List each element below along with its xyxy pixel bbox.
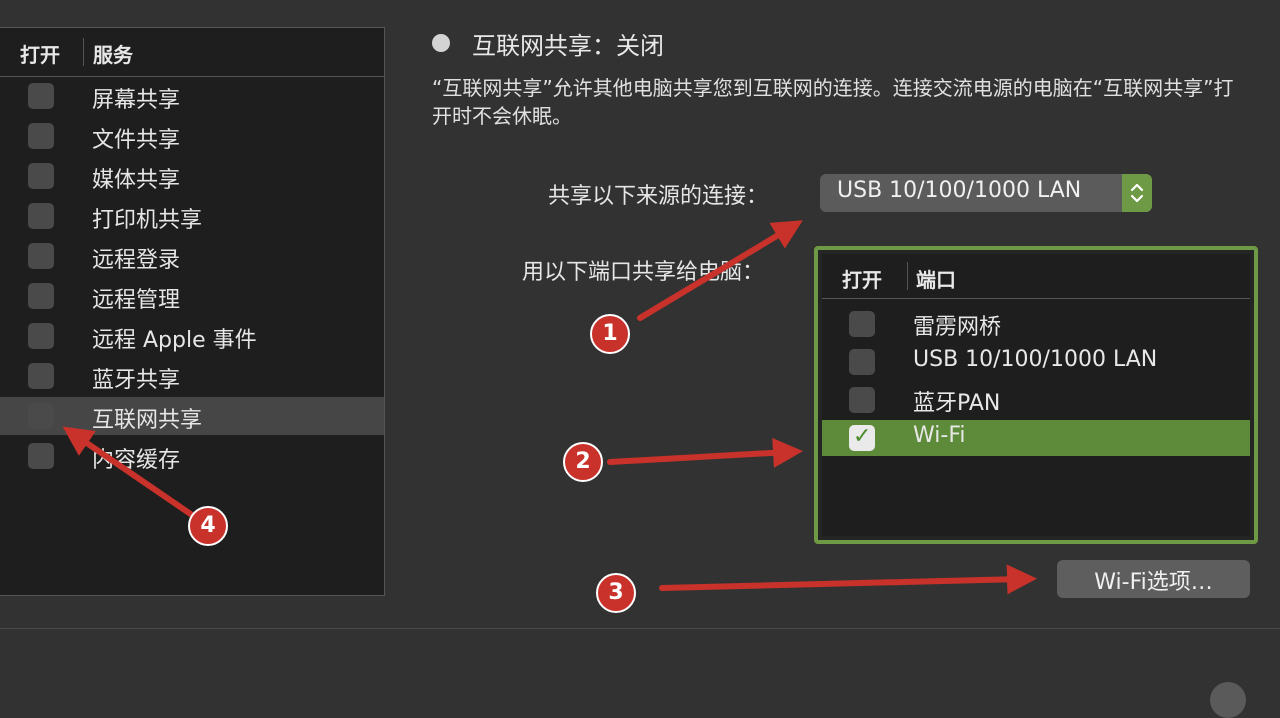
service-label: 远程管理	[92, 288, 181, 313]
sharing-description: “互联网共享”允许其他电脑共享您到互联网的连接。连接交流电源的电脑在“互联网共享…	[432, 76, 1234, 128]
service-row-remote-apple-events[interactable]: 远程 Apple 事件	[0, 317, 384, 355]
annotation-badge-2: 2	[563, 442, 603, 482]
wifi-options-button[interactable]: Wi-Fi选项…	[1057, 560, 1250, 598]
service-checkbox[interactable]	[28, 443, 54, 469]
annotation-badge-3: 3	[596, 573, 636, 613]
service-row-media-sharing[interactable]: 媒体共享	[0, 157, 384, 195]
service-label: 远程登录	[92, 248, 181, 273]
annotation-arrow-2	[607, 437, 803, 468]
ports-table-body: 打开 端口 雷雳网桥 USB 10/100/1000 LAN 蓝牙PAN ✓ W…	[822, 254, 1250, 536]
footer-divider	[0, 628, 1280, 629]
service-row-screen-sharing[interactable]: 屏幕共享	[0, 77, 384, 115]
ports-table-header: 打开 端口	[822, 254, 1250, 299]
column-divider	[83, 38, 84, 66]
port-checkbox[interactable]	[849, 311, 875, 337]
port-row-usb-lan[interactable]: USB 10/100/1000 LAN	[822, 344, 1250, 380]
service-checkbox[interactable]	[28, 363, 54, 389]
ports-table: 打开 端口 雷雳网桥 USB 10/100/1000 LAN 蓝牙PAN ✓ W…	[814, 246, 1258, 544]
port-checkbox[interactable]	[849, 349, 875, 375]
column-header-port[interactable]: 端口	[916, 264, 956, 293]
service-label: 远程 Apple 事件	[92, 328, 257, 353]
port-checkbox-checked[interactable]: ✓	[849, 424, 875, 451]
column-header-service[interactable]: 服务	[93, 39, 133, 68]
service-label: 屏幕共享	[92, 88, 181, 113]
help-button[interactable]	[1210, 682, 1246, 718]
service-checkbox[interactable]	[28, 323, 54, 349]
column-header-on[interactable]: 打开	[842, 264, 882, 293]
service-checkbox[interactable]	[28, 203, 54, 229]
service-label: 内容缓存	[92, 448, 181, 473]
column-divider	[907, 262, 908, 290]
port-label: 蓝牙PAN	[913, 391, 1001, 416]
service-row-remote-login[interactable]: 远程登录	[0, 237, 384, 275]
port-row-thunderbolt-bridge[interactable]: 雷雳网桥	[822, 306, 1250, 342]
port-row-wifi[interactable]: ✓ Wi-Fi	[822, 420, 1250, 456]
service-row-bluetooth-sharing[interactable]: 蓝牙共享	[0, 357, 384, 395]
service-label: 蓝牙共享	[92, 368, 181, 393]
service-label: 打印机共享	[92, 208, 203, 233]
service-row-content-caching[interactable]: 内容缓存	[0, 437, 384, 475]
annotation-arrow-3	[659, 564, 1037, 595]
share-ports-label: 用以下端口共享给电脑：	[522, 260, 765, 285]
service-row-internet-sharing[interactable]: 互联网共享	[0, 397, 384, 435]
services-table: 打开 服务 屏幕共享 文件共享 媒体共享 打印机共享 远程登录 远程管理 远程 …	[0, 27, 385, 596]
wifi-options-label: Wi-Fi选项…	[1094, 570, 1213, 595]
service-label: 文件共享	[92, 128, 181, 153]
service-checkbox[interactable]	[28, 83, 54, 109]
service-checkbox[interactable]	[28, 243, 54, 269]
port-checkbox[interactable]	[849, 387, 875, 413]
service-row-file-sharing[interactable]: 文件共享	[0, 117, 384, 155]
share-source-label: 共享以下来源的连接：	[548, 184, 769, 209]
service-row-printer-sharing[interactable]: 打印机共享	[0, 197, 384, 235]
port-row-bluetooth-pan[interactable]: 蓝牙PAN	[822, 382, 1250, 418]
service-row-remote-management[interactable]: 远程管理	[0, 277, 384, 315]
service-label: 互联网共享	[92, 408, 203, 433]
status-indicator-icon	[432, 34, 450, 52]
sharing-status: 互联网共享：关闭	[472, 32, 664, 60]
services-table-header: 打开 服务	[0, 28, 384, 77]
annotation-badge-4: 4	[188, 506, 228, 546]
share-source-popup[interactable]: USB 10/100/1000 LAN	[820, 174, 1152, 212]
port-label: 雷雳网桥	[913, 315, 1002, 340]
popup-chevrons-icon[interactable]	[1122, 174, 1152, 212]
checkmark-icon: ✓	[853, 424, 872, 449]
service-checkbox[interactable]	[28, 163, 54, 189]
share-source-value: USB 10/100/1000 LAN	[837, 178, 1082, 203]
service-checkbox[interactable]	[28, 403, 54, 429]
column-header-on[interactable]: 打开	[20, 39, 60, 68]
service-label: 媒体共享	[92, 168, 181, 193]
port-label: USB 10/100/1000 LAN	[913, 347, 1158, 372]
service-checkbox[interactable]	[28, 283, 54, 309]
annotation-badge-1: 1	[590, 314, 630, 354]
port-label: Wi-Fi	[913, 423, 966, 448]
service-checkbox[interactable]	[28, 123, 54, 149]
